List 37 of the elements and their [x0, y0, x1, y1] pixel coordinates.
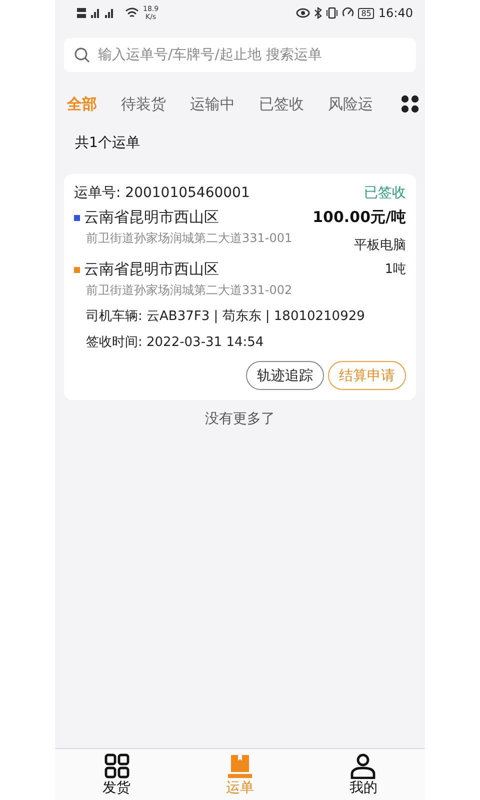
stop-address: 前卫街道孙家场润城第二大道331-001	[86, 230, 292, 247]
order-status: 已签收	[364, 184, 406, 202]
nav-label: 运单	[226, 779, 254, 797]
grid-icon	[104, 753, 130, 779]
tab[interactable]: 运输中	[190, 94, 235, 114]
tab[interactable]: 风险运	[328, 94, 373, 114]
tab[interactable]: 已签收	[259, 94, 304, 114]
gauge-icon	[342, 7, 354, 19]
search-input[interactable]: 输入运单号/车牌号/起止地 搜索运单	[98, 47, 406, 63]
eye-icon	[296, 8, 310, 18]
stop-city: 云南省昆明市西山区	[84, 260, 219, 279]
driver-info: 司机车辆: 云AB37F3 | 苟东东 | 18010210929	[86, 308, 366, 325]
track-button[interactable]: 轨迹追踪	[246, 361, 324, 390]
unit-price: 100.00元/吨	[312, 208, 406, 227]
tab[interactable]: 待装货	[121, 94, 166, 114]
stop-address: 前卫街道孙家场润城第二大道331-002	[86, 282, 292, 299]
goods-name: 平板电脑	[354, 237, 406, 254]
end-note: 没有更多了	[204, 410, 276, 428]
box-icon	[226, 753, 253, 779]
vibrate-icon	[326, 7, 338, 19]
clock: 16:40	[378, 6, 413, 20]
grid-dots-icon[interactable]	[400, 94, 420, 114]
wifi-icon	[125, 7, 139, 19]
stop-city: 云南省昆明市西山区	[84, 208, 219, 227]
order-number: 运单号: 20010105460001	[74, 184, 250, 202]
search-field[interactable]: 输入运单号/车牌号/起止地 搜索运单	[64, 38, 416, 72]
bluetooth-icon	[314, 7, 322, 19]
search-icon	[74, 47, 90, 63]
nav-label: 发货	[102, 779, 131, 797]
nav-label: 我的	[349, 779, 378, 797]
goods-weight: 1吨	[384, 261, 406, 278]
nav-tab[interactable]: 发货	[76, 749, 157, 800]
sign-time: 签收时间: 2022-03-31 14:54	[86, 334, 265, 351]
nav-tab[interactable]: 我的	[323, 749, 404, 800]
order-count: 共1个运单	[75, 134, 141, 152]
battery-level: 85	[358, 8, 374, 18]
person-icon	[350, 753, 376, 779]
